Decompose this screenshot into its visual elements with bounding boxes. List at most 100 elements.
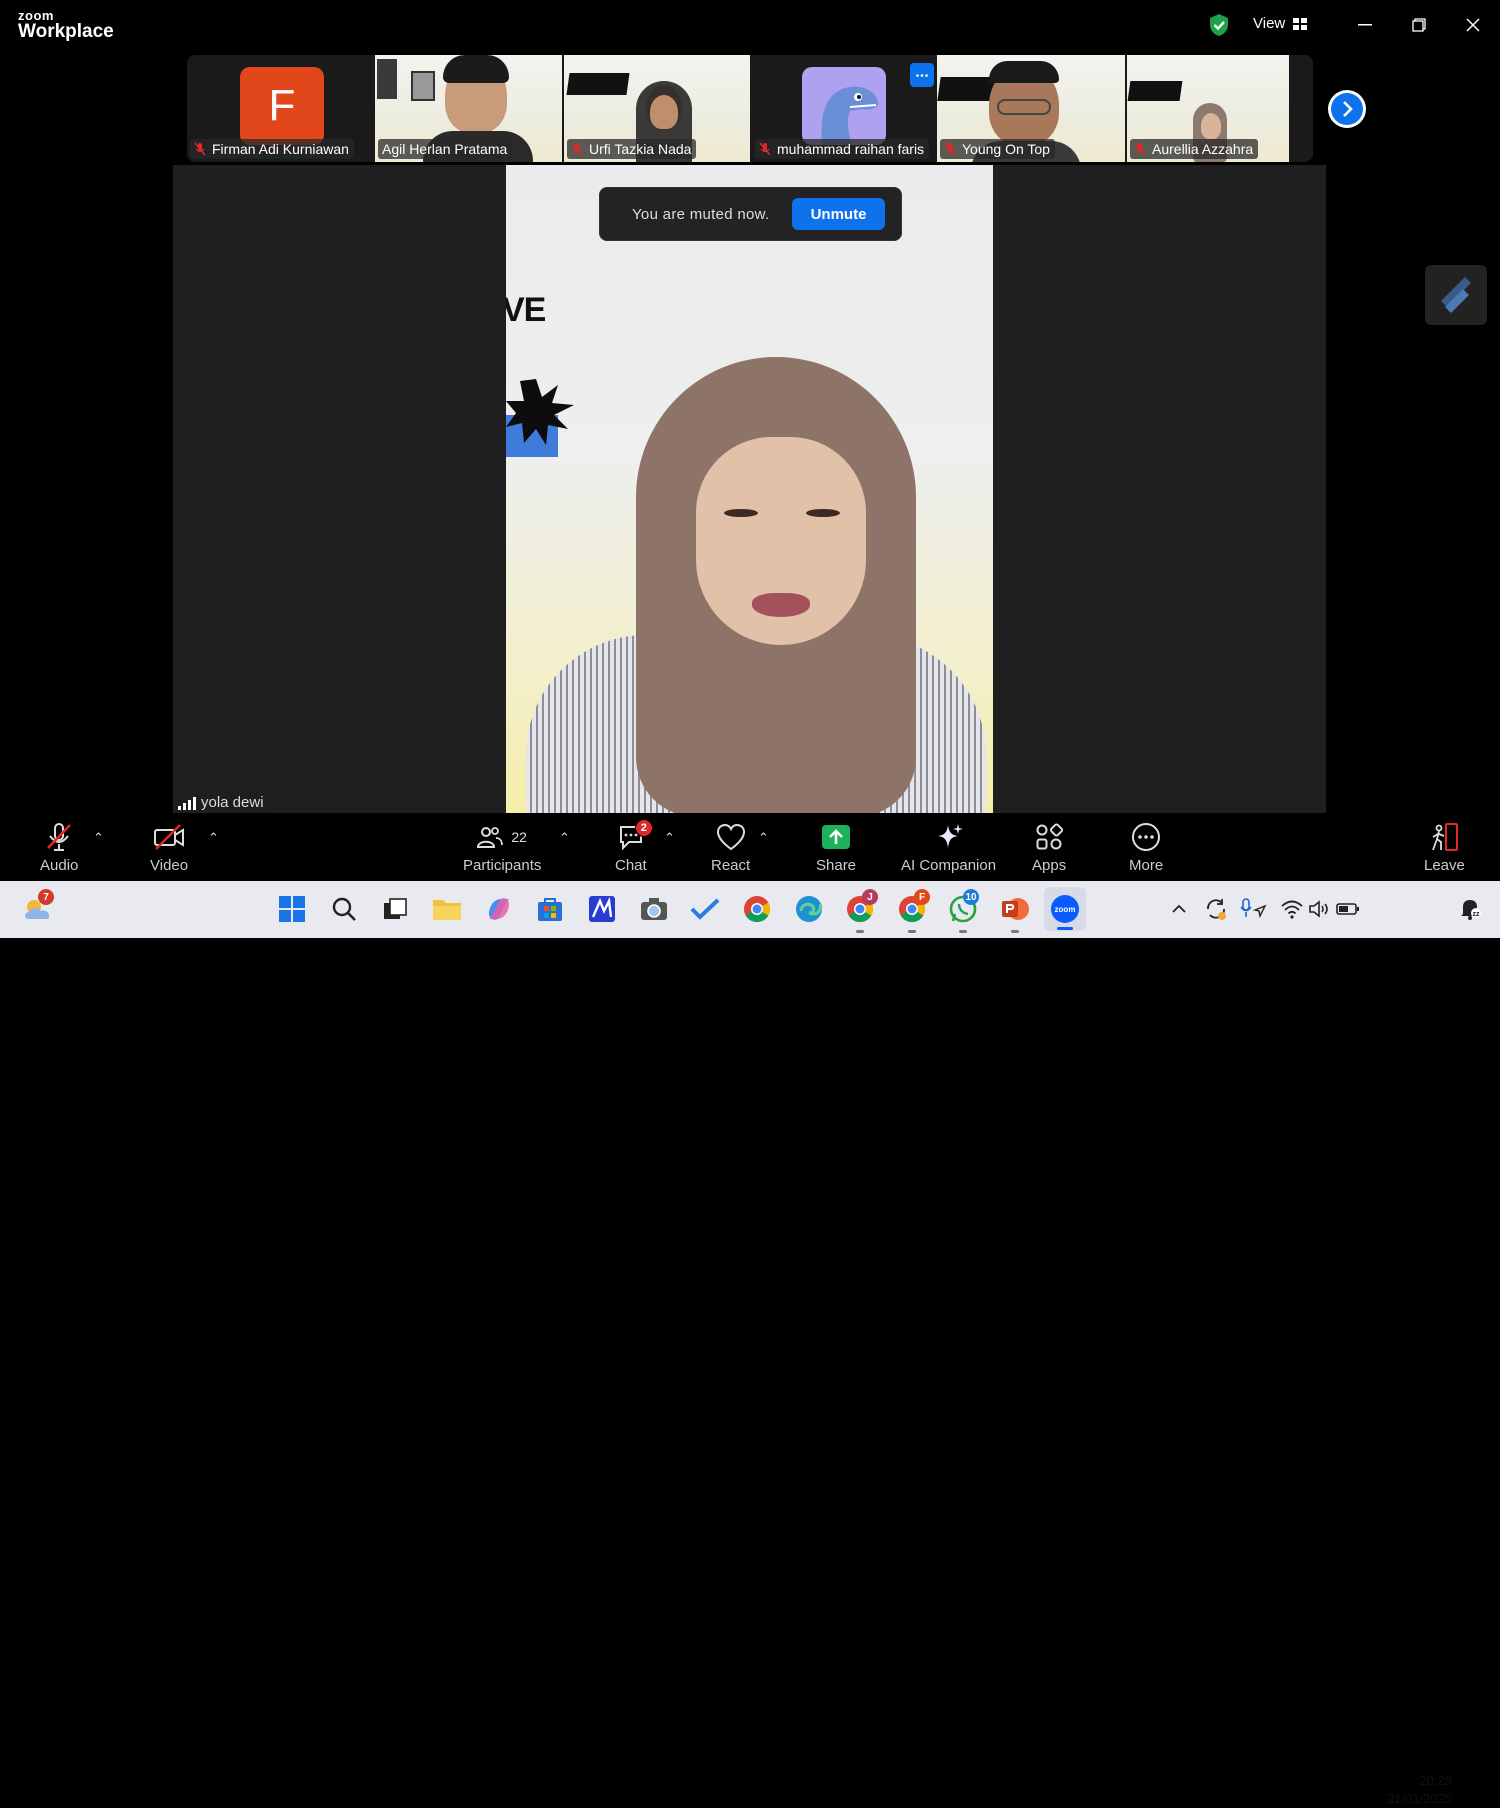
- wifi-icon: [1281, 900, 1303, 919]
- logo-workplace-text: Workplace: [18, 21, 114, 42]
- copilot-app[interactable]: [483, 893, 515, 925]
- clock-time: 20:28: [1419, 1773, 1452, 1788]
- speaker-eye: [806, 509, 840, 517]
- participant-tile[interactable]: Aurellia Azzahra: [1127, 55, 1289, 162]
- side-panel-toggle[interactable]: [1425, 265, 1487, 325]
- share-label: Share: [816, 857, 857, 874]
- battery-tray-icon[interactable]: [1332, 893, 1364, 925]
- weather-badge: 7: [38, 889, 54, 905]
- react-button[interactable]: React: [711, 821, 750, 874]
- zoom-app[interactable]: zoom: [1044, 887, 1086, 931]
- unmute-button[interactable]: Unmute: [792, 198, 885, 230]
- edge-icon: [796, 896, 823, 922]
- muted-mic-icon: [759, 142, 771, 156]
- file-explorer-app[interactable]: [431, 893, 463, 925]
- participants-button[interactable]: 22 Participants: [463, 821, 541, 874]
- chrome-profile-j[interactable]: J: [844, 889, 878, 933]
- tile-options-button[interactable]: [910, 63, 934, 87]
- chat-label: Chat: [615, 857, 647, 874]
- store-app[interactable]: [534, 893, 566, 925]
- camera-app[interactable]: [638, 893, 670, 925]
- participant-face: [1201, 113, 1221, 139]
- participants-count: 22: [511, 829, 527, 845]
- starburst-sticker: [506, 379, 574, 457]
- speaker-volume-icon: [1309, 900, 1328, 918]
- leave-label: Leave: [1424, 857, 1465, 874]
- participant-tile[interactable]: F Firman Adi Kurniawan: [187, 55, 373, 162]
- chrome-profile-f[interactable]: F: [896, 889, 930, 933]
- pen-icon: [1441, 277, 1471, 313]
- video-options-caret[interactable]: ⌃: [208, 830, 219, 846]
- meeting-toolbar: Audio ⌃ Video ⌃ 22 Participants ⌃ 2 Chat…: [0, 813, 1500, 881]
- chat-button[interactable]: 2 Chat: [615, 819, 653, 874]
- speaker-mouth: [752, 593, 810, 617]
- muted-mic-icon: [571, 142, 583, 156]
- restore-button[interactable]: [1406, 12, 1432, 38]
- next-page-button[interactable]: [1328, 90, 1366, 128]
- share-button[interactable]: Share: [816, 821, 856, 874]
- chrome-app[interactable]: [741, 893, 773, 925]
- muted-mic-icon: [47, 823, 72, 851]
- participant-face: [650, 95, 678, 129]
- muted-message: You are muted now.: [632, 205, 770, 223]
- start-button[interactable]: [276, 893, 308, 925]
- store-icon: [538, 898, 562, 921]
- notification-center-button[interactable]: zz: [1454, 893, 1486, 925]
- chrome-icon: [744, 896, 771, 923]
- edge-app[interactable]: [793, 893, 825, 925]
- participant-tile[interactable]: Urfi Tazkia Nada: [564, 55, 750, 162]
- whatsapp-app[interactable]: 10: [947, 889, 979, 933]
- whatsapp-badge: 10: [963, 889, 979, 905]
- muted-notification: You are muted now. Unmute: [599, 187, 902, 241]
- react-label: React: [711, 857, 751, 874]
- encryption-shield-icon[interactable]: [1208, 13, 1230, 42]
- zoom-logo: zoom Workplace: [18, 9, 114, 41]
- powerpoint-app[interactable]: [999, 893, 1031, 933]
- participant-name: Agil Herlan Pratama: [382, 141, 508, 157]
- participant-name: Urfi Tazkia Nada: [589, 141, 692, 157]
- chat-unread-badge: 2: [634, 819, 653, 837]
- participant-tile[interactable]: Young On Top: [937, 55, 1125, 162]
- view-button[interactable]: View: [1253, 15, 1308, 32]
- participant-tile[interactable]: Agil Herlan Pratama: [375, 55, 562, 162]
- participant-tile[interactable]: muhammad raihan faris: [752, 55, 938, 162]
- taskbar-search[interactable]: [328, 893, 360, 925]
- mic-location-tray-icon[interactable]: [1237, 893, 1269, 925]
- task-view-button[interactable]: [379, 893, 411, 925]
- participant-name: Aurellia Azzahra: [1152, 141, 1254, 157]
- chevron-up-icon: [1172, 904, 1186, 913]
- leave-icon: [1432, 823, 1459, 851]
- folder-icon: [433, 900, 461, 920]
- participant-name-tag: Firman Adi Kurniawan: [190, 139, 354, 159]
- todo-app[interactable]: [689, 893, 721, 925]
- speaker-name: yola dewi: [201, 794, 264, 811]
- participants-options-caret[interactable]: ⌃: [559, 830, 570, 846]
- minimize-button[interactable]: [1352, 12, 1378, 38]
- more-button[interactable]: More: [1129, 821, 1163, 874]
- avatar-initial: F: [268, 81, 296, 130]
- system-clock[interactable]: 20:28 31/01/2025: [1368, 1772, 1452, 1808]
- editor-app[interactable]: [586, 893, 618, 925]
- video-label: Video: [150, 857, 189, 874]
- react-options-caret[interactable]: ⌃: [758, 830, 769, 846]
- show-hidden-icons-button[interactable]: [1163, 893, 1195, 925]
- close-button[interactable]: [1460, 12, 1486, 38]
- running-indicator: [1011, 930, 1019, 933]
- chat-options-caret[interactable]: ⌃: [664, 830, 675, 846]
- speaker-video: VE: [506, 165, 993, 813]
- audio-button[interactable]: Audio: [40, 821, 78, 874]
- video-button[interactable]: Video: [150, 821, 188, 874]
- audio-options-caret[interactable]: ⌃: [93, 830, 104, 846]
- weather-widget[interactable]: 7: [22, 889, 54, 925]
- poster-sticker: [411, 71, 435, 101]
- leave-button[interactable]: Leave: [1424, 821, 1465, 874]
- title-bar: zoom Workplace View: [0, 0, 1500, 50]
- powerpoint-icon: [1002, 898, 1029, 920]
- apps-label: Apps: [1032, 857, 1067, 874]
- speaker-eye: [724, 509, 758, 517]
- apps-button[interactable]: Apps: [1032, 821, 1066, 874]
- sync-tray-icon[interactable]: [1200, 893, 1232, 925]
- muted-mic-icon: [194, 142, 206, 156]
- ai-companion-button[interactable]: AI Companion: [901, 821, 996, 874]
- bell-icon: zz: [1461, 900, 1481, 920]
